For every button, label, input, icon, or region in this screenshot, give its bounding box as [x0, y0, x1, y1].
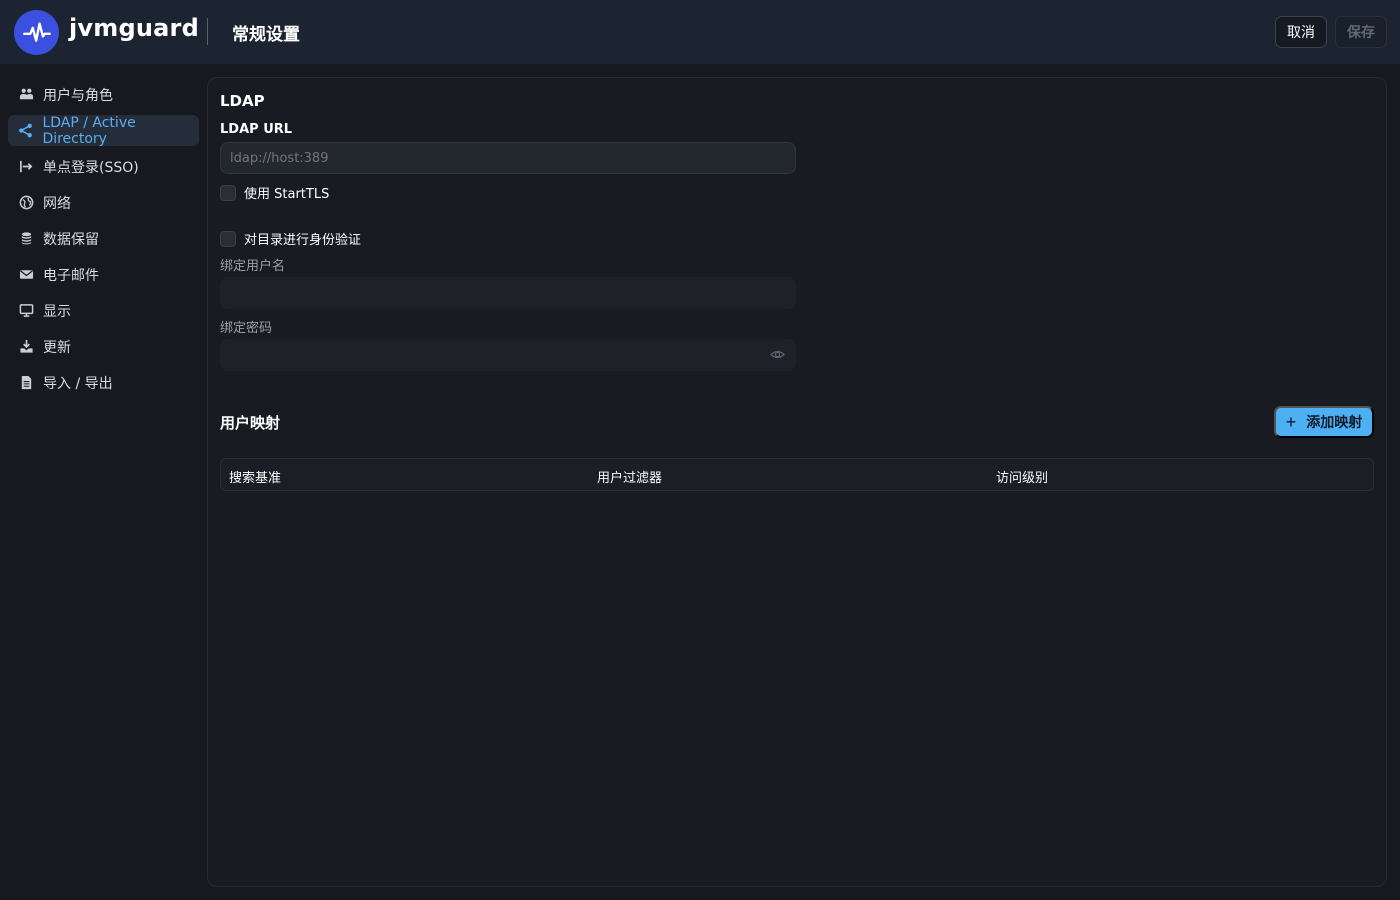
sidebar-item-display[interactable]: 显示 [8, 295, 199, 326]
sidebar-item-label: 用户与角色 [43, 87, 113, 104]
bind-username-input[interactable] [220, 277, 796, 309]
starttls-checkbox-row[interactable]: 使用 StartTLS [220, 183, 329, 202]
sidebar: 用户与角色 LDAP / Active Directory 单点登录(SSO) … [0, 64, 207, 900]
sidebar-item-label: 网络 [43, 195, 71, 212]
column-header-user-filter: 用户过滤器 [597, 471, 663, 486]
sidebar-item-label: LDAP / Active Directory [42, 114, 136, 147]
sidebar-item-label: 更新 [43, 339, 71, 356]
page-title: 常规设置 [232, 25, 300, 45]
sidebar-item-ldap[interactable]: LDAP / Active Directory [8, 114, 199, 147]
pulse-icon [14, 10, 59, 55]
download-icon [18, 339, 34, 355]
sidebar-item-updates[interactable]: 更新 [8, 331, 199, 362]
sidebar-item-data-retention[interactable]: 数据保留 [8, 223, 199, 254]
add-mapping-label: 添加映射 [1306, 414, 1363, 430]
users-icon [18, 87, 34, 103]
ldap-section-title: LDAP [220, 92, 265, 110]
monitor-icon [18, 303, 34, 319]
globe-icon [18, 195, 34, 211]
bind-username-label: 绑定用户名 [220, 259, 286, 274]
bind-password-label: 绑定密码 [220, 321, 273, 336]
sidebar-item-label: 显示 [43, 303, 71, 320]
sidebar-item-network[interactable]: 网络 [8, 187, 199, 218]
header-divider [207, 18, 208, 45]
column-header-search-base: 搜索基准 [229, 471, 282, 486]
eye-icon[interactable] [769, 346, 786, 363]
sidebar-item-email[interactable]: 电子邮件 [8, 259, 199, 290]
auth-directory-checkbox[interactable] [220, 230, 236, 247]
sidebar-item-import-export[interactable]: 导入 / 导出 [8, 367, 199, 398]
save-button[interactable]: 保存 [1335, 16, 1387, 48]
sidebar-item-users-roles[interactable]: 用户与角色 [8, 79, 199, 110]
column-header-access-level: 访问级别 [996, 471, 1049, 486]
share-nodes-icon [18, 123, 33, 139]
sidebar-item-label: 单点登录(SSO) [43, 159, 139, 176]
envelope-icon [18, 267, 34, 283]
sidebar-item-label: 数据保留 [43, 231, 99, 248]
auth-checkbox-row[interactable]: 对目录进行身份验证 [220, 229, 361, 248]
sidebar-item-label: 导入 / 导出 [43, 375, 113, 392]
add-mapping-button[interactable]: + 添加映射 [1274, 406, 1374, 438]
cancel-button[interactable]: 取消 [1275, 16, 1327, 48]
user-mapping-title: 用户映射 [220, 414, 281, 432]
brand-name: jvmguard [69, 14, 199, 42]
bind-password-input[interactable] [220, 339, 796, 371]
starttls-label: 使用 StartTLS [244, 187, 330, 202]
plus-icon: + [1285, 412, 1297, 432]
top-bar: jvmguard 常规设置 取消 保存 [0, 0, 1400, 64]
auth-directory-label: 对目录进行身份验证 [244, 233, 362, 248]
database-icon [18, 231, 34, 247]
sidebar-item-label: 电子邮件 [43, 267, 99, 284]
sign-in-icon [18, 159, 34, 175]
file-icon [18, 375, 34, 391]
ldap-url-input[interactable] [220, 142, 796, 174]
sidebar-item-sso[interactable]: 单点登录(SSO) [8, 151, 199, 182]
starttls-checkbox[interactable] [220, 184, 236, 201]
mapping-table-header: 搜索基准 用户过滤器 访问级别 [220, 458, 1374, 491]
ldap-url-label: LDAP URL [220, 122, 293, 137]
